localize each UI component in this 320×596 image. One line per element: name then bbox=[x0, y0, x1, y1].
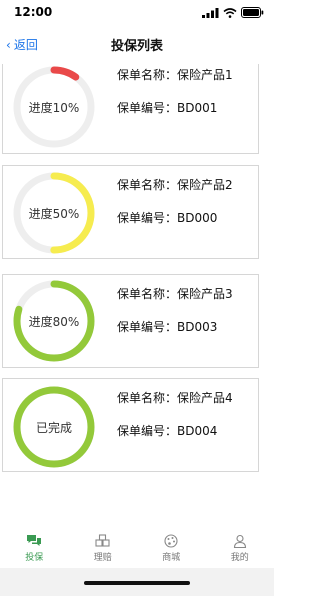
policy-list: 进度10% 保单名称：保险产品1 保单编号：BD001 进度50% 保单名称：保… bbox=[0, 64, 274, 524]
progress-ring: 进度10% bbox=[12, 65, 96, 149]
policy-name: 保单名称：保险产品1 bbox=[117, 66, 233, 83]
policy-card-3[interactable]: 进度80% 保单名称：保险产品3 保单编号：BD003 bbox=[2, 274, 259, 368]
policy-code-value: BD003 bbox=[177, 320, 218, 334]
tab-label: 投保 bbox=[25, 553, 44, 563]
policy-code: 保单编号：BD001 bbox=[117, 99, 217, 116]
policy-code: 保单编号：BD000 bbox=[117, 209, 217, 226]
policy-name-value: 保险产品4 bbox=[177, 391, 233, 405]
policy-name: 保单名称：保险产品4 bbox=[117, 389, 233, 406]
progress-ring: 已完成 bbox=[12, 385, 96, 469]
policy-name-label: 保单名称： bbox=[117, 287, 178, 301]
navigation-bar: ‹ 返回 投保列表 bbox=[0, 26, 274, 64]
tab-bar: 投保 理赔 商城 我的 bbox=[0, 526, 274, 568]
progress-ring: 进度50% bbox=[12, 171, 96, 255]
progress-label: 已完成 bbox=[35, 420, 72, 435]
palette-icon bbox=[164, 534, 178, 548]
battery-icon bbox=[241, 7, 264, 18]
policy-code-label: 保单编号： bbox=[117, 424, 178, 438]
policy-name-value: 保险产品2 bbox=[177, 178, 233, 192]
tab-insure[interactable]: 投保 bbox=[0, 526, 69, 568]
page-title: 投保列表 bbox=[110, 39, 163, 54]
policy-name-label: 保单名称： bbox=[117, 68, 178, 82]
progress-label: 进度80% bbox=[28, 314, 80, 329]
policy-code: 保单编号：BD003 bbox=[117, 318, 217, 335]
policy-code-value: BD001 bbox=[177, 101, 218, 115]
home-indicator[interactable] bbox=[84, 581, 190, 585]
progress-label: 进度50% bbox=[28, 206, 80, 221]
signal-icon bbox=[202, 7, 219, 18]
policy-name-label: 保单名称： bbox=[117, 391, 178, 405]
person-icon bbox=[233, 534, 246, 548]
policy-name: 保单名称：保险产品3 bbox=[117, 285, 233, 302]
policy-name-label: 保单名称： bbox=[117, 178, 178, 192]
status-icons bbox=[202, 7, 264, 18]
policy-code: 保单编号：BD004 bbox=[117, 422, 217, 439]
tab-label: 商城 bbox=[162, 553, 181, 563]
tab-mall[interactable]: 商城 bbox=[137, 526, 206, 568]
tab-label: 我的 bbox=[230, 553, 249, 563]
chat-bubbles-icon bbox=[27, 535, 42, 546]
status-bar: 12:00 bbox=[0, 0, 274, 26]
tab-claims[interactable]: 理赔 bbox=[69, 526, 138, 568]
tab-label: 理赔 bbox=[93, 553, 112, 563]
tab-mine[interactable]: 我的 bbox=[206, 526, 275, 568]
policy-card-1[interactable]: 进度10% 保单名称：保险产品1 保单编号：BD001 bbox=[2, 64, 259, 154]
policy-name-value: 保险产品1 bbox=[177, 68, 233, 82]
status-time: 12:00 bbox=[14, 5, 53, 19]
policy-code-label: 保单编号： bbox=[117, 320, 178, 334]
blocks-icon bbox=[95, 534, 110, 547]
policy-name-value: 保险产品3 bbox=[177, 287, 233, 301]
policy-code-value: BD000 bbox=[177, 211, 218, 225]
policy-name: 保单名称：保险产品2 bbox=[117, 176, 233, 193]
policy-card-4[interactable]: 已完成 保单名称：保险产品4 保单编号：BD004 bbox=[2, 378, 259, 472]
policy-code-label: 保单编号： bbox=[117, 101, 178, 115]
progress-label: 进度10% bbox=[28, 100, 80, 115]
policy-code-label: 保单编号： bbox=[117, 211, 178, 225]
progress-ring: 进度80% bbox=[12, 279, 96, 363]
wifi-icon bbox=[223, 7, 237, 18]
policy-card-2[interactable]: 进度50% 保单名称：保险产品2 保单编号：BD000 bbox=[2, 165, 259, 259]
policy-code-value: BD004 bbox=[177, 424, 218, 438]
